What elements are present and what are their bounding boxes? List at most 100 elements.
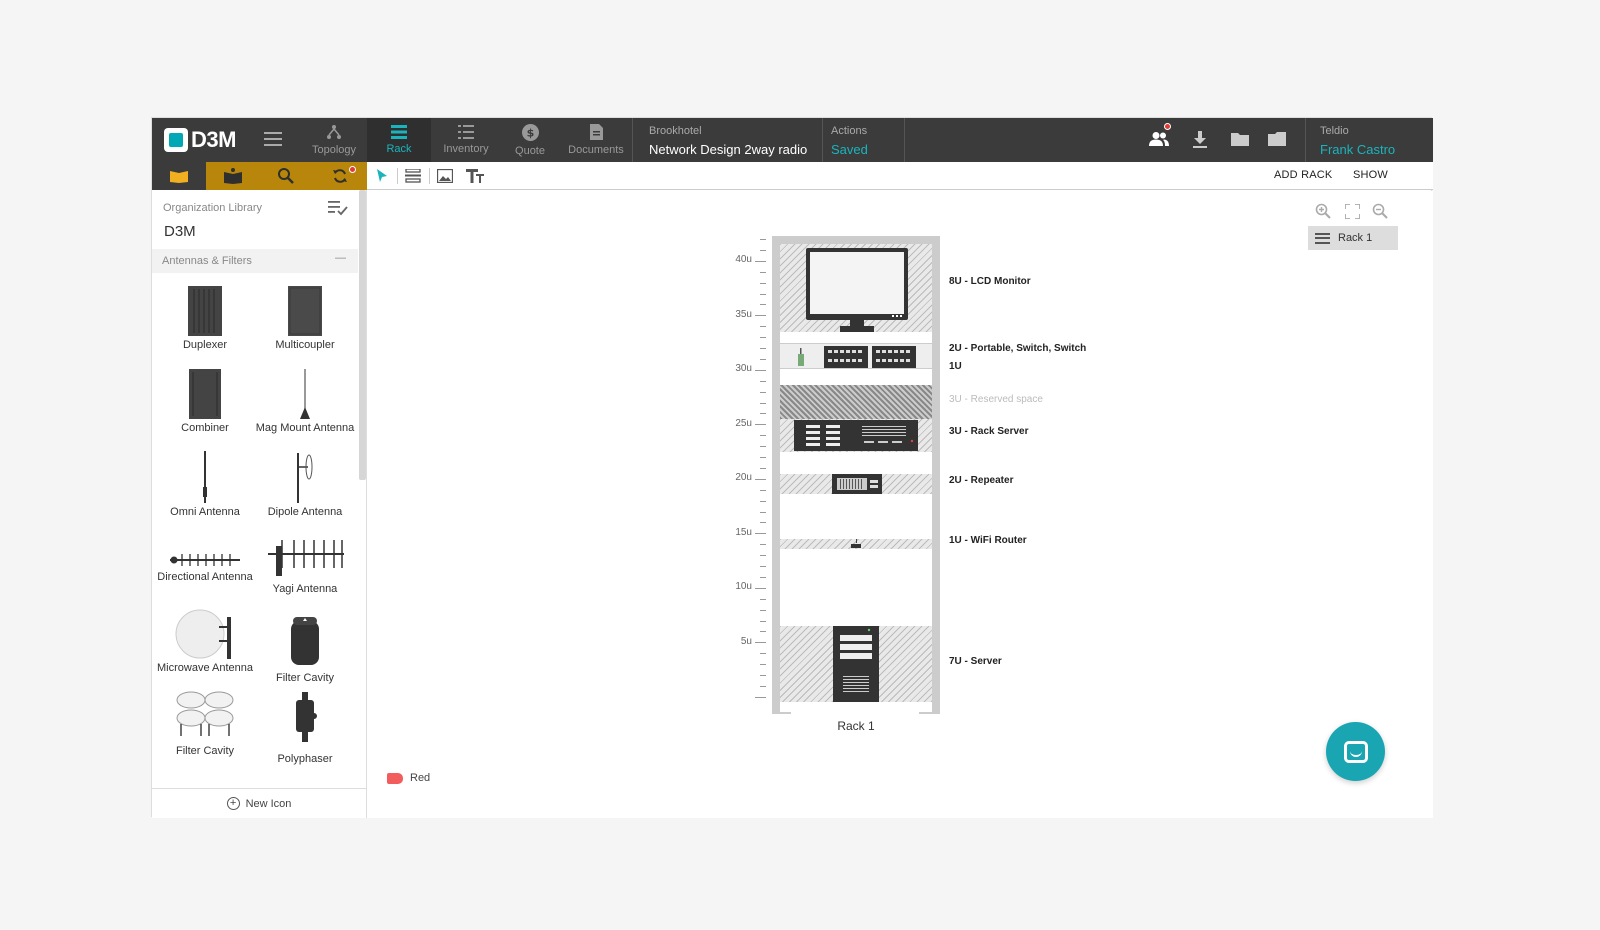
ruler-tick [760, 304, 766, 306]
library-item-directional-antenna[interactable]: Directional Antenna [155, 528, 255, 583]
device-label-portable-switch[interactable]: 2U - Portable, Switch, Switch [949, 343, 1086, 354]
library-item-combiner[interactable]: Combiner [155, 361, 255, 434]
library-item-polyphaser[interactable]: Polyphaser [255, 690, 355, 765]
filter-cavity-icon [291, 617, 319, 665]
logo-text: D3M [191, 127, 236, 152]
library-item-yagi-antenna[interactable]: Yagi Antenna [255, 528, 355, 595]
device-label-repeater[interactable]: 2U - Repeater [949, 475, 1013, 486]
library-item-duplexer[interactable]: Duplexer [155, 278, 255, 351]
tower-server-icon [833, 626, 879, 702]
tab-sync[interactable] [313, 162, 367, 190]
user-name: Frank Castro [1320, 142, 1396, 157]
rack-device-wifi-router[interactable] [780, 539, 932, 549]
project-info[interactable]: Brookhotel Network Design 2way radio [632, 118, 822, 162]
ruler-tick [760, 631, 766, 633]
tab-rack[interactable]: Rack [367, 118, 431, 162]
rack-device-lcd-monitor[interactable] [780, 244, 932, 332]
tab-label: Inventory [443, 143, 489, 155]
ruler-tick [755, 696, 766, 698]
rack-device-portable-switch[interactable] [780, 343, 932, 369]
device-label-wifi-router[interactable]: 1U - WiFi Router [949, 535, 1027, 546]
tab-quote[interactable]: $ Quote [498, 118, 562, 162]
tab-inventory[interactable]: Inventory [434, 118, 498, 162]
download-icon [1193, 130, 1207, 148]
ruler-tick [760, 522, 766, 524]
tab-documents[interactable]: Documents [562, 118, 630, 162]
fit-screen-button[interactable] [1343, 202, 1361, 220]
dollar-icon: $ [521, 123, 539, 141]
device-label-server[interactable]: 7U - Server [949, 656, 1002, 667]
ruler-tick [760, 271, 766, 273]
ruler-tick [760, 555, 766, 557]
rack-device-server[interactable] [780, 626, 932, 702]
ruler-tick [760, 500, 766, 502]
library-item-label: Filter Cavity [175, 745, 235, 757]
rack-device-repeater[interactable] [780, 474, 932, 494]
tab-library[interactable] [152, 162, 206, 190]
logo[interactable]: D3M [164, 126, 236, 154]
select-tool[interactable] [372, 166, 392, 186]
library-item-mag-mount-antenna[interactable]: Mag Mount Antenna [255, 361, 355, 434]
rack-canvas[interactable]: Rack 1 40u 35u 30u 25u 20u 15u 10u 5u 8U… [367, 191, 1433, 818]
library-item-omni-antenna[interactable]: Omni Antenna [155, 445, 255, 518]
ruler-tick [760, 457, 766, 458]
sync-notification-dot [349, 166, 357, 173]
tab-org-library[interactable] [205, 162, 260, 190]
device-label-1u[interactable]: 1U [949, 361, 962, 372]
filter-list-icon[interactable] [328, 200, 348, 219]
rack-frame[interactable] [772, 236, 940, 714]
chat-launcher-button[interactable] [1326, 722, 1385, 781]
add-rack-button[interactable]: ADD RACK [1274, 169, 1332, 181]
polyphaser-icon [296, 692, 317, 742]
library-item-filter-cavity[interactable]: Filter Cavity [255, 609, 355, 684]
ruler-tick [760, 675, 766, 676]
new-icon-button[interactable]: + New Icon [152, 788, 366, 818]
open-folder-button[interactable] [1229, 128, 1251, 150]
ruler-tick [755, 315, 766, 317]
actions-menu[interactable]: Actions Saved [822, 118, 905, 162]
user-menu[interactable]: Teldio Frank Castro [1305, 118, 1433, 162]
device-label-lcd-monitor[interactable]: 8U - LCD Monitor [949, 276, 1031, 287]
switch-icon [872, 346, 916, 368]
ruler-tick [760, 446, 766, 448]
color-legend[interactable]: Red [387, 772, 430, 784]
ruler-label: 5u [740, 636, 752, 647]
ruler-tick [760, 576, 766, 578]
library-item-microwave-antenna[interactable]: Microwave Antenna [155, 609, 255, 674]
text-tool[interactable] [465, 166, 485, 186]
ruler-tick [760, 489, 766, 491]
library-item-filter-cavity-2[interactable]: Filter Cavity [155, 690, 255, 757]
zoom-out-icon [1372, 203, 1388, 219]
library-org-name: D3M [164, 223, 196, 240]
library-item-dipole-antenna[interactable]: Dipole Antenna [255, 445, 355, 518]
rack-reserved-space[interactable] [780, 385, 932, 419]
show-button[interactable]: SHOW [1353, 169, 1388, 181]
image-tool[interactable] [435, 166, 455, 186]
ruler-tick [755, 587, 766, 589]
rack-selector-chip[interactable]: Rack 1 [1308, 226, 1398, 250]
ruler-label: 30u [735, 363, 752, 374]
menu-icon[interactable] [264, 132, 282, 146]
device-label-reserved[interactable]: 3U - Reserved space [949, 394, 1043, 405]
device-label-rack-server[interactable]: 3U - Rack Server [949, 426, 1029, 437]
zoom-in-button[interactable] [1314, 202, 1332, 220]
rack-device-rack-server[interactable] [780, 419, 932, 452]
ruler-tick [760, 511, 766, 513]
tab-search[interactable] [259, 162, 314, 190]
collaborators-button[interactable] [1148, 123, 1171, 150]
multicoupler-icon [288, 286, 322, 336]
section-header[interactable]: Antennas & Filters — [152, 249, 358, 273]
ruler-tick [760, 402, 766, 404]
ruler-tick [760, 348, 766, 349]
download-button[interactable] [1189, 128, 1211, 150]
library-item-multicoupler[interactable]: Multicoupler [255, 278, 355, 351]
tab-topology[interactable]: Topology [302, 118, 366, 162]
save-as-button[interactable] [1266, 128, 1288, 150]
ruler-tick [760, 620, 766, 622]
library-scrollbar[interactable] [359, 190, 366, 480]
rack-name[interactable]: Rack 1 [772, 719, 940, 733]
ruler-tick [760, 566, 766, 567]
collapse-icon[interactable]: — [335, 252, 346, 264]
rack-unit-tool[interactable] [403, 166, 423, 186]
zoom-out-button[interactable] [1371, 202, 1389, 220]
